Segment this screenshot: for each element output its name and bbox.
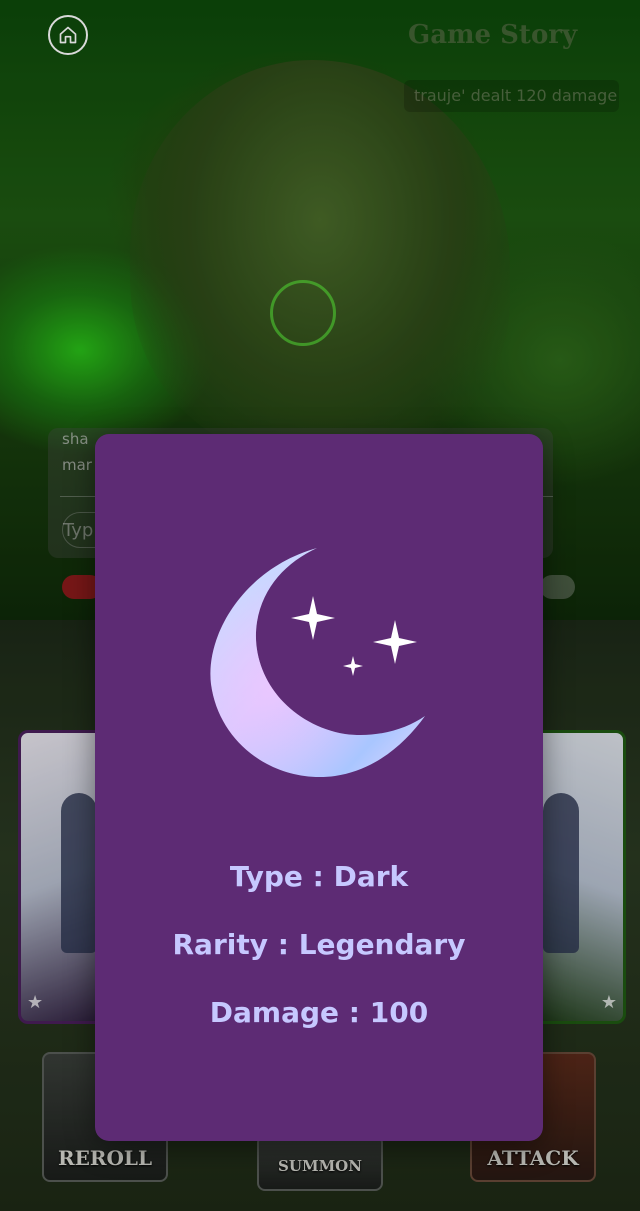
card-damage: Damage : 100 — [209, 996, 429, 1029]
crescent-moon-stars-icon — [205, 544, 425, 784]
game-screen: Game Story trauje' dealt 120 damage sha … — [0, 0, 640, 1211]
card-detail-modal: Type : Dark Rarity : Legendary Damage : … — [95, 434, 543, 1141]
card-type: Type : Dark — [229, 860, 409, 893]
card-rarity: Rarity : Legendary — [172, 928, 466, 961]
